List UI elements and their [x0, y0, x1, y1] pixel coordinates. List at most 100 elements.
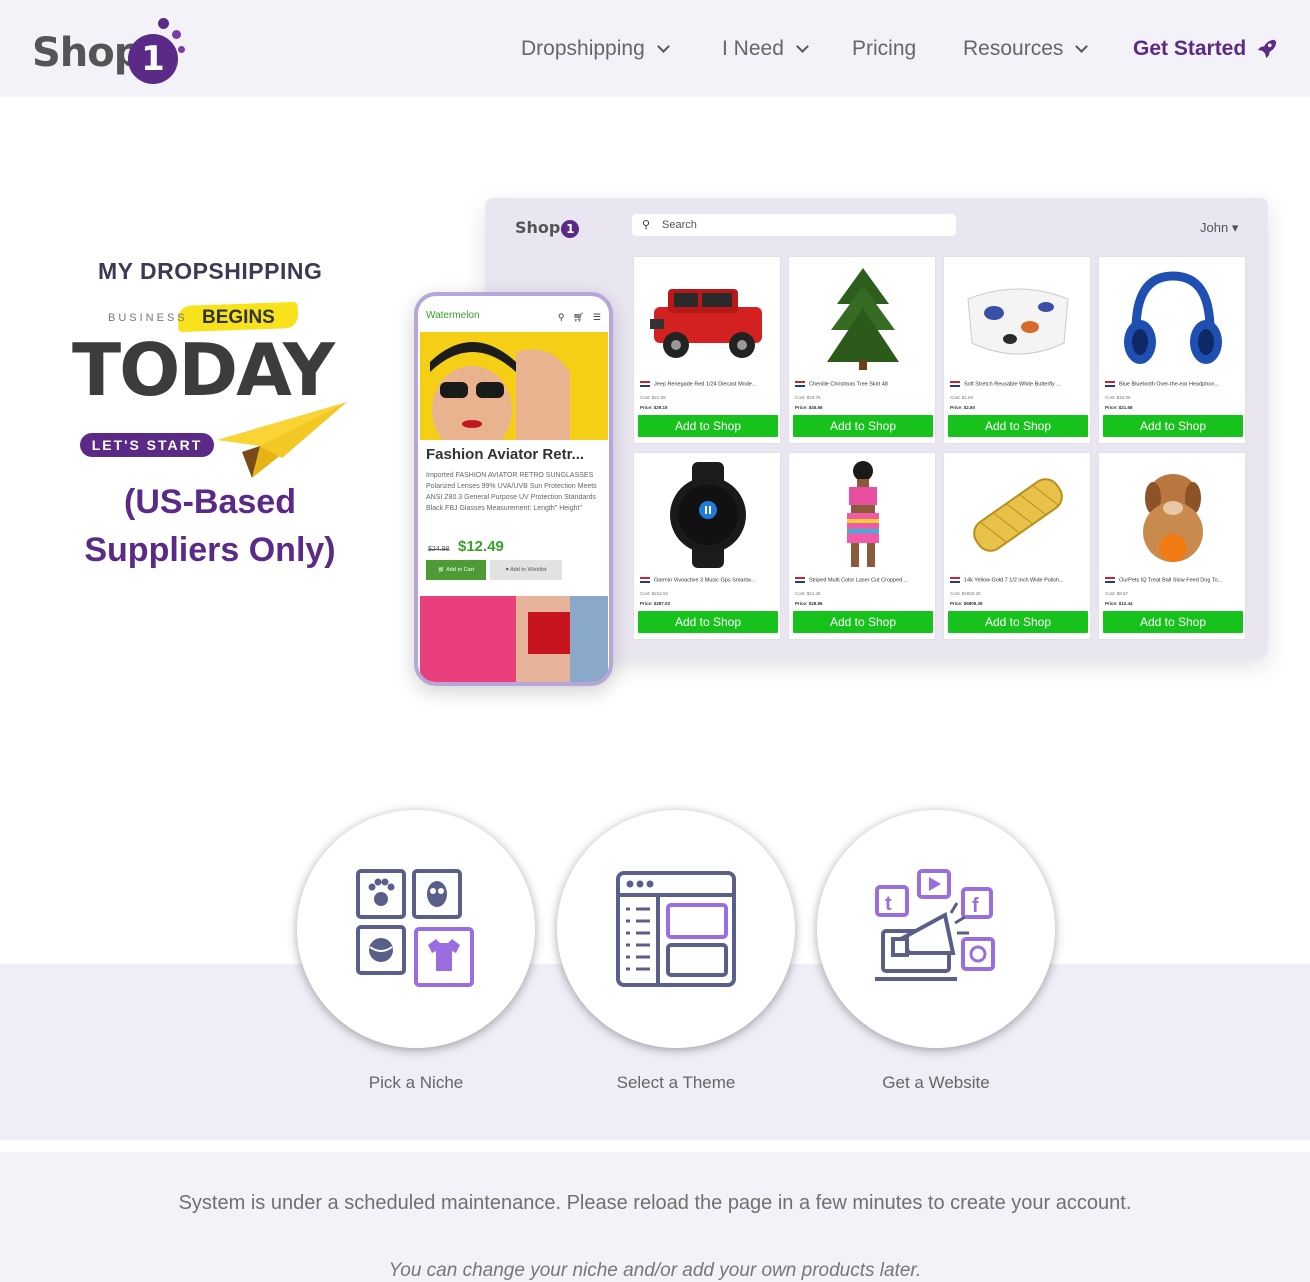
product-title: 14k Yellow Gold 7 1/2 inch Wide Polish..…	[950, 577, 1086, 583]
product-cost: Cost: $21.59	[640, 395, 666, 400]
add-to-shop-button[interactable]: Add to Shop	[793, 415, 933, 437]
dashboard-logo: Shop 1	[515, 218, 580, 238]
us-flag-icon	[1105, 577, 1115, 583]
hero-line1: MY DROPSHIPPING	[98, 258, 323, 284]
add-to-cart-label: Add to Cart	[446, 567, 475, 573]
step-get-website[interactable]: t f	[817, 810, 1055, 1048]
chevron-down-icon	[796, 39, 809, 53]
add-to-shop-button[interactable]: Add to Shop	[638, 611, 778, 633]
smartwatch-image	[644, 459, 772, 571]
product-card: Blue Bluetooth Over-the-ear Headphon... …	[1098, 256, 1246, 444]
nav-pricing-label: Pricing	[852, 37, 917, 60]
us-based-suppliers: (US-Based Suppliers Only)	[60, 478, 360, 574]
nav-i-need-label: I Need	[722, 37, 784, 60]
suppliers-line1: (US-Based	[124, 483, 296, 521]
menu-icon: ☰	[592, 312, 601, 322]
add-to-shop-button[interactable]: Add to Shop	[948, 415, 1088, 437]
lets-start-badge: LET'S START	[80, 433, 214, 457]
nav-pricing[interactable]: Pricing	[852, 34, 916, 64]
nav-resources-label: Resources	[963, 37, 1064, 60]
phone-add-to-cart-button[interactable]: 🛒︎ Add to Cart	[426, 560, 486, 580]
add-to-shop-button[interactable]: Add to Shop	[638, 415, 778, 437]
christmas-tree-image	[799, 263, 927, 375]
suppliers-line2: Suppliers Only)	[84, 531, 336, 569]
jeep-image	[644, 263, 772, 375]
user-name: John	[1200, 220, 1229, 235]
logo-text: Shop	[32, 30, 142, 76]
add-to-shop-button[interactable]: Add to Shop	[948, 611, 1088, 633]
product-price: Price: $2.60	[950, 405, 976, 410]
product-price: Price: $12.44	[1105, 601, 1133, 606]
product-cost: Cost: $33.75	[795, 395, 821, 400]
product-title-text: Garmin Vivoactive 3 Music Gps Smartw...	[654, 577, 756, 584]
hero-business: BUSINESS	[108, 312, 188, 324]
product-cost: Cost: $4003.25	[950, 591, 981, 596]
product-card: 14k Yellow Gold 7 1/2 inch Wide Polish..…	[943, 452, 1091, 640]
dashboard-logo-text: Shop	[515, 218, 561, 237]
nav-resources[interactable]: Resources	[963, 34, 1089, 64]
product-cost: Cost: $16.06	[1105, 395, 1131, 400]
logo-dot	[178, 46, 185, 53]
product-cost: Cost: $9.57	[1105, 591, 1129, 596]
product-title-text: 14k Yellow Gold 7 1/2 inch Wide Polish..…	[964, 577, 1064, 584]
us-flag-icon	[640, 577, 650, 583]
step-label-get-website: Get a Website	[882, 1073, 990, 1092]
product-title-text: Striped Multi Color Laser Cut Cropped ..…	[809, 577, 909, 584]
product-price: Price: $28.86	[795, 601, 823, 606]
product-price: Price: $287.03	[640, 601, 671, 606]
phone-old-price: $24.98	[428, 546, 450, 553]
dog-treat-ball-image	[1109, 459, 1237, 571]
sunglasses-model-image	[420, 332, 608, 440]
product-cost: Cost: $21.38	[795, 591, 821, 596]
nav-dropshipping-label: Dropshipping	[521, 37, 645, 60]
add-to-shop-button[interactable]: Add to Shop	[793, 611, 933, 633]
phone-store-name: Watermelon	[426, 310, 480, 321]
logo-dot	[172, 30, 181, 39]
rocket-icon	[1258, 39, 1277, 59]
red-top-model-image	[420, 596, 608, 682]
step-label-select-theme: Select a Theme	[616, 1073, 736, 1092]
phone-product-name: Fashion Aviator Retr...	[426, 446, 585, 463]
product-title: Soft Stretch Reusable White Butterfly ..…	[950, 381, 1086, 387]
product-title: Blue Bluetooth Over-the-ear Headphon...	[1105, 381, 1241, 387]
add-to-shop-button[interactable]: Add to Shop	[1103, 415, 1243, 437]
product-price: Price: $5809.39	[950, 601, 983, 606]
product-card: Garmin Vivoactive 3 Music Gps Smartw... …	[633, 452, 781, 640]
phone-add-to-wishlist-button[interactable]: ♥ Add to Wishlist	[490, 560, 562, 580]
product-title-text: Chenille Christmas Tree Skirt 48	[809, 381, 888, 388]
us-flag-icon	[1105, 381, 1115, 387]
step-select-theme[interactable]	[557, 810, 795, 1048]
get-started-button[interactable]: Get Started	[1133, 34, 1278, 64]
logo-dot	[158, 18, 169, 29]
nav-i-need[interactable]: I Need	[722, 34, 809, 64]
product-title: Jeep Renegade Red 1/24 Diecast Mode...	[640, 381, 776, 387]
dashboard-logo-digit: 1	[561, 220, 580, 238]
product-title-text: Blue Bluetooth Over-the-ear Headphon...	[1119, 381, 1219, 388]
product-card: OurPets IQ Treat Ball Slow Feed Dog To..…	[1098, 452, 1246, 640]
svg-text:t: t	[885, 893, 892, 915]
phone-new-price: $12.49	[458, 538, 504, 555]
dashboard-search-input[interactable]: ⚲ Search	[632, 214, 956, 236]
paper-plane-icon	[217, 402, 347, 478]
us-flag-icon	[795, 381, 805, 387]
nav-dropshipping[interactable]: Dropshipping	[521, 34, 670, 64]
product-card: Striped Multi Color Laser Cut Cropped ..…	[788, 452, 936, 640]
headphones-image	[1109, 263, 1237, 375]
logo-digit: 1	[128, 34, 178, 84]
site-header: Shop 1 Dropshipping I Need Pricing Resou…	[0, 0, 1310, 97]
step-pick-niche[interactable]	[297, 810, 535, 1048]
search-icon: ⚲	[557, 312, 565, 322]
phone-mockup: Watermelon ⚲ 🛒︎ ☰ Fashion Aviator Retr..…	[414, 292, 613, 686]
product-title-text: OurPets IQ Treat Ball Slow Feed Dog To..…	[1119, 577, 1223, 584]
phone-product-description: Imported FASHION AVIATOR RETRO SUNGLASSE…	[426, 472, 597, 512]
shop1-logo[interactable]: Shop 1	[32, 18, 192, 84]
user-menu[interactable]: John ▾	[1200, 220, 1238, 236]
search-icon: ⚲	[642, 219, 651, 231]
add-to-shop-button[interactable]: Add to Shop	[1103, 611, 1243, 633]
niche-grid-icon	[356, 869, 474, 987]
product-card: Soft Stretch Reusable White Butterfly ..…	[943, 256, 1091, 444]
hero-begins: BEGINS	[202, 307, 275, 328]
cart-icon: 🛒︎	[572, 312, 585, 322]
website-megaphone-icon: t f	[875, 869, 995, 981]
product-price: Price: $45.56	[795, 405, 823, 410]
